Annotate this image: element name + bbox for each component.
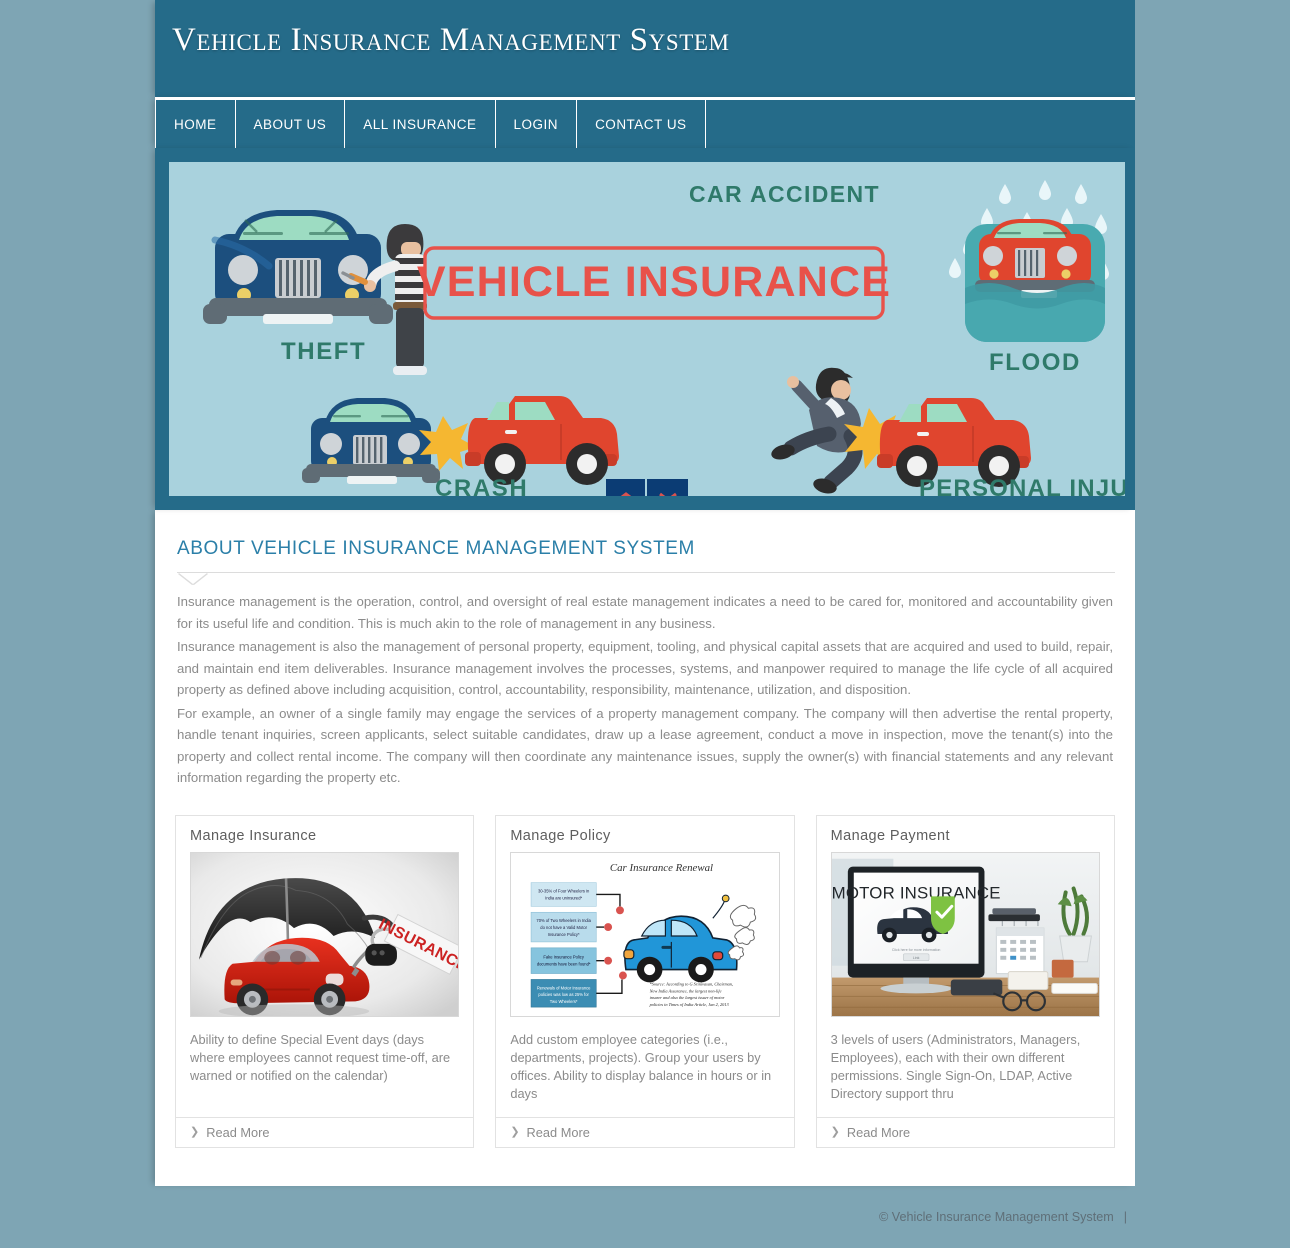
hero-slider: THEFT CRASH VEHICLE INSURANCE CAR ACCIDE…	[169, 162, 1125, 496]
card-title: Manage Policy	[510, 827, 611, 844]
card-image-manage-payment: MOTOR INSURANCE Click here for more info…	[830, 851, 1100, 1017]
about-paragraph-3: For example, an owner of a single family…	[177, 705, 1113, 786]
card-image-manage-insurance: INSURANCE	[190, 851, 460, 1017]
card-image-manage-policy: Car Insurance Renewal 30-35% of Four Whe…	[510, 851, 780, 1017]
main-content: ABOUT VEHICLE INSURANCE MANAGEMENT SYSTE…	[155, 510, 1135, 1186]
read-more-link[interactable]: Read More	[527, 1125, 590, 1140]
nav-list: HOME ABOUT US ALL INSURANCE LOGIN CONTAC…	[155, 100, 1135, 148]
card-read-more-row[interactable]: ❯ Read More	[816, 1116, 1114, 1147]
desk-calendar	[995, 919, 1045, 974]
chevron-right-icon: ❯	[190, 1125, 200, 1138]
site-header: Vehicle Insurance Management System	[155, 0, 1135, 97]
infographic-title: Car Insurance Renewal	[610, 861, 713, 873]
svg-text:insurer and also the largest i: insurer and also the largest issuer of m…	[650, 995, 725, 1000]
about-paragraph-1: Insurance management is the operation, c…	[177, 594, 1113, 631]
page-wrapper: Vehicle Insurance Management System HOME…	[155, 0, 1135, 1248]
svg-text:documents have been found*: documents have been found*	[537, 961, 591, 966]
svg-text:30-35% of Four Wheelers in: 30-35% of Four Wheelers in	[538, 888, 590, 893]
chevron-down-icon	[658, 492, 677, 496]
banner-label-crash: CRASH	[435, 475, 528, 496]
monitor-headline: MOTOR INSURANCE	[832, 883, 1001, 902]
monitor: MOTOR INSURANCE Click here for more info…	[832, 866, 1001, 993]
card-manage-insurance: Manage Insurance INSURANCE Ability to de…	[175, 814, 475, 1148]
banner-frame: THEFT CRASH VEHICLE INSURANCE CAR ACCIDE…	[155, 148, 1135, 510]
heading-divider	[177, 572, 1115, 573]
infographic-box-2: 70% of Two Wheelers in India do not have…	[531, 911, 597, 942]
card-description: 3 levels of users (Administrators, Manag…	[830, 1031, 1081, 1101]
read-more-link[interactable]: Read More	[206, 1125, 269, 1140]
banner-label-car-accident: CAR ACCIDENT	[689, 181, 880, 207]
banner-label-personal-injury: PERSONAL INJURY	[919, 475, 1125, 496]
svg-text:Two Wheelers*: Two Wheelers*	[550, 999, 578, 1004]
chevron-right-icon: ❯	[830, 1125, 840, 1138]
chevron-right-icon: ❯	[510, 1125, 520, 1138]
infographic-source-note: *Source: According to G Srinivasan, Chai…	[649, 981, 733, 1008]
card-manage-policy: Manage Policy Car Insurance Renewal 30-3…	[495, 814, 795, 1148]
svg-text:Fake Insurance Policy: Fake Insurance Policy	[544, 954, 586, 959]
card-read-more-row[interactable]: ❯ Read More	[176, 1116, 474, 1147]
svg-text:do not have a Valid Motor: do not have a Valid Motor	[541, 925, 588, 930]
card-title: Manage Payment	[830, 827, 950, 844]
site-footer: © Vehicle Insurance Management System |	[155, 1186, 1135, 1248]
footer-separator: |	[1123, 1209, 1127, 1224]
desk-monitor-motor-insurance-photo: MOTOR INSURANCE Click here for more info…	[831, 852, 1099, 1016]
svg-text:policies was low as 25% for: policies was low as 25% for	[539, 992, 590, 997]
main-navigation: HOME ABOUT US ALL INSURANCE LOGIN CONTAC…	[155, 97, 1135, 148]
car-insurance-renewal-infographic: Car Insurance Renewal 30-35% of Four Whe…	[511, 852, 779, 1016]
svg-text:India are uninsured*: India are uninsured*	[546, 895, 583, 900]
slider-controls	[606, 479, 688, 496]
card-manage-payment: Manage Payment MOTOR INSURANCE Click her…	[815, 814, 1115, 1148]
banner-headline: VEHICLE INSURANCE	[417, 258, 891, 306]
about-section-heading: ABOUT VEHICLE INSURANCE MANAGEMENT SYSTE…	[177, 538, 695, 559]
infographic-box-3: Fake Insurance Policy documents have bee…	[531, 947, 597, 974]
nav-item-login[interactable]: LOGIN	[496, 100, 578, 148]
nav-item-contact-us[interactable]: CONTACT US	[577, 100, 706, 148]
banner-label-flood: FLOOD	[989, 349, 1081, 376]
site-title: Vehicle Insurance Management System	[172, 22, 730, 58]
svg-text:Renewals of Motor Insurance: Renewals of Motor Insurance	[537, 985, 591, 990]
svg-text:Click here for more informatio: Click here for more information	[892, 947, 941, 951]
card-description: Add custom employee categories (i.e., de…	[510, 1031, 772, 1101]
banner-label-theft: THEFT	[281, 338, 366, 365]
chevron-up-icon	[619, 491, 632, 496]
svg-text:70% of Two Wheelers in India: 70% of Two Wheelers in India	[537, 918, 592, 923]
nav-item-all-insurance[interactable]: ALL INSURANCE	[345, 100, 496, 148]
read-more-link[interactable]: Read More	[847, 1125, 910, 1140]
hero-illustration: THEFT CRASH VEHICLE INSURANCE CAR ACCIDE…	[169, 162, 1125, 496]
card-title: Manage Insurance	[190, 827, 317, 844]
nav-filler	[706, 100, 1135, 148]
copyright-text: © Vehicle Insurance Management System	[879, 1209, 1114, 1224]
nav-item-about-us[interactable]: ABOUT US	[236, 100, 346, 148]
slider-prev-button[interactable]	[606, 479, 647, 496]
svg-text:Link: Link	[913, 955, 920, 959]
nav-item-home[interactable]: HOME	[155, 100, 236, 148]
feature-cards: Manage Insurance INSURANCE Ability to de…	[175, 814, 1115, 1148]
slider-next-button[interactable]	[647, 479, 688, 496]
svg-text:Insurance Policy*: Insurance Policy*	[548, 931, 580, 936]
infographic-box-1: 30-35% of Four Wheelers in India are uni…	[531, 881, 597, 907]
card-read-more-row[interactable]: ❯ Read More	[496, 1116, 794, 1147]
card-description: Ability to define Special Event days (da…	[190, 1031, 451, 1083]
about-paragraph-2: Insurance management is also the managem…	[177, 639, 1113, 697]
umbrella-car-keychain-illustration: INSURANCE	[191, 852, 459, 1016]
infographic-box-4: Renewals of Motor Insurance policies was…	[531, 978, 597, 1007]
